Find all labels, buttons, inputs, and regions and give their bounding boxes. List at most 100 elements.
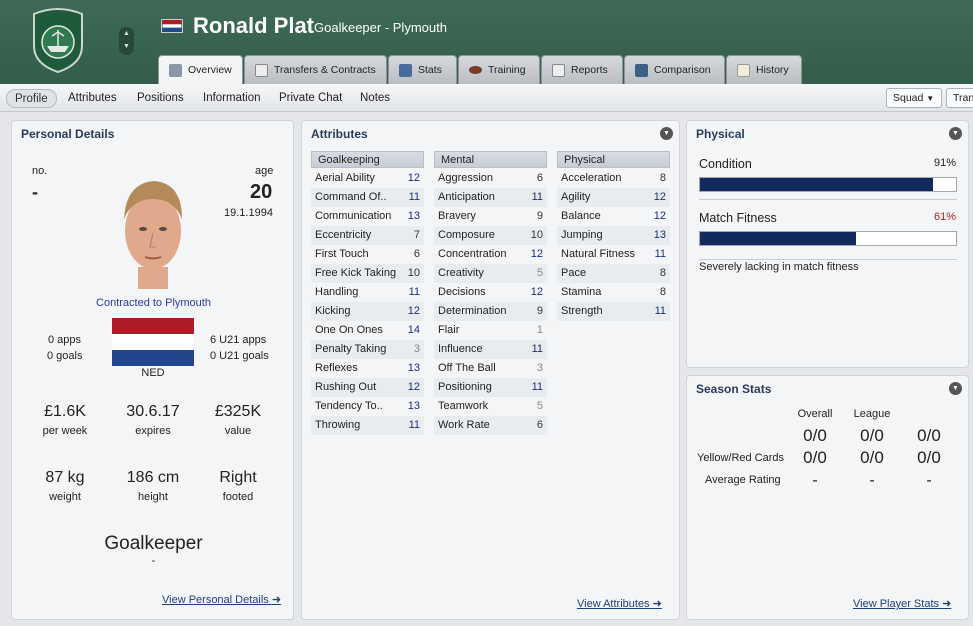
arrow-down-icon[interactable]: ▼ <box>119 40 134 53</box>
panel-menu-icon[interactable]: ▼ <box>949 382 962 395</box>
view-personal-details-link[interactable]: View Personal Details ➜ <box>162 593 281 606</box>
stat-value: 0/0 <box>917 426 941 445</box>
attribute-value: 9 <box>536 210 543 222</box>
tab-label: Reports <box>571 64 608 76</box>
u21-apps-count: 6 U21 apps <box>210 334 267 346</box>
attribute-value: 11 <box>408 286 420 298</box>
stat-value: 0/0 <box>803 426 827 445</box>
attribute-name: Natural Fitness <box>561 248 635 260</box>
attribute-row: Aggression 6 <box>434 169 547 188</box>
attribute-value: 11 <box>408 191 420 203</box>
subtab-notes[interactable]: Notes <box>360 89 390 108</box>
attribute-row: Strength 11 <box>557 302 670 321</box>
attribute-row: Communication 13 <box>311 207 424 226</box>
subtab-attributes[interactable]: Attributes <box>68 89 117 108</box>
physical-panel: Physical ▼ Condition 91% Match Fitness 6… <box>686 120 969 368</box>
attribute-name: Aerial Ability <box>315 172 375 184</box>
tab-reports[interactable]: Reports <box>541 55 623 84</box>
player-nav-arrows[interactable]: ▲ ▼ <box>119 27 134 55</box>
attribute-row: Determination 9 <box>434 302 547 321</box>
subtab-private-chat[interactable]: Private Chat <box>279 89 342 108</box>
arrow-up-icon[interactable]: ▲ <box>119 27 134 40</box>
attribute-value: 10 <box>407 267 420 279</box>
arrow-right-icon: ➜ <box>652 598 662 610</box>
transfer-button[interactable]: Trans <box>946 88 973 108</box>
squad-number-label: no. <box>32 165 48 177</box>
stat-value: 0/0 <box>917 448 941 467</box>
squad-dropdown[interactable]: Squad ▼ <box>886 88 942 108</box>
tab-label: Transfers & Contracts <box>274 64 376 76</box>
foot-value: Right <box>219 469 257 486</box>
attribute-name: Decisions <box>438 286 486 298</box>
stat-value: - <box>869 472 875 489</box>
tab-training[interactable]: Training <box>458 55 540 84</box>
attribute-row: Natural Fitness 11 <box>557 245 670 264</box>
nation-code: NED <box>141 367 165 379</box>
tab-stats[interactable]: Stats <box>388 55 457 84</box>
panel-title: Personal Details <box>21 127 115 141</box>
attribute-row: One On Ones 14 <box>311 321 424 340</box>
attribute-name: Jumping <box>561 229 603 241</box>
attribute-value: 9 <box>536 305 543 317</box>
player-value: £325K <box>214 403 262 420</box>
height-label: height <box>138 491 168 503</box>
attribute-value: 5 <box>536 400 543 412</box>
attribute-name: Command Of.. <box>315 191 387 203</box>
apps-count: 0 apps <box>48 334 82 346</box>
match-fitness-label: Match Fitness <box>699 211 777 225</box>
attributes-panel: Attributes ▼ Goalkeeping Mental Physical… <box>301 120 680 620</box>
attribute-name: Penalty Taking <box>315 343 387 355</box>
arrow-right-icon: ➜ <box>942 598 952 610</box>
attribute-value: 12 <box>407 305 420 317</box>
attribute-value: 12 <box>407 172 420 184</box>
attribute-name: One On Ones <box>315 324 383 336</box>
yellow-red-cards-label: Yellow/Red Cards <box>697 452 785 464</box>
age-value: 20 <box>250 181 273 203</box>
foot-label: footed <box>222 491 254 503</box>
column-league: League <box>853 408 891 420</box>
attribute-row: Creativity 5 <box>434 264 547 283</box>
attribute-row: First Touch 6 <box>311 245 424 264</box>
attribute-value: 12 <box>530 286 543 298</box>
tab-overview[interactable]: Overview <box>158 55 243 84</box>
panel-menu-icon[interactable]: ▼ <box>949 127 962 140</box>
attribute-row: Free Kick Taking 10 <box>311 264 424 283</box>
attribute-row: Balance 12 <box>557 207 670 226</box>
attribute-name: Acceleration <box>561 172 622 184</box>
subtab-information[interactable]: Information <box>203 89 261 108</box>
tab-transfers[interactable]: Transfers & Contracts <box>244 55 387 84</box>
condition-bar-fill <box>700 178 933 191</box>
tab-comparison[interactable]: Comparison <box>624 55 725 84</box>
attribute-value: 12 <box>530 248 543 260</box>
attribute-name: Throwing <box>315 419 361 431</box>
attribute-row: Handling 11 <box>311 283 424 302</box>
subtab-profile[interactable]: Profile <box>6 89 57 108</box>
tab-history[interactable]: History <box>726 55 802 84</box>
view-attributes-link[interactable]: View Attributes ➜ <box>577 597 662 610</box>
attribute-name: Strength <box>561 305 603 317</box>
attribute-name: Bravery <box>438 210 476 222</box>
player-name: Ronald Plat <box>193 13 315 38</box>
attribute-value: 8 <box>659 286 666 298</box>
attribute-value: 11 <box>408 419 420 431</box>
training-icon <box>469 66 482 74</box>
panel-menu-icon[interactable]: ▼ <box>660 127 673 140</box>
attribute-name: First Touch <box>315 248 369 260</box>
condition-label: Condition <box>699 157 752 171</box>
subtab-positions[interactable]: Positions <box>137 89 184 108</box>
nation-flag-icon <box>161 19 183 33</box>
attribute-value: 13 <box>407 210 420 222</box>
stat-value: - <box>812 472 818 489</box>
attribute-name: Off The Ball <box>438 362 496 374</box>
attribute-name: Flair <box>438 324 460 336</box>
view-player-stats-link[interactable]: View Player Stats ➜ <box>853 597 951 610</box>
player-position: Goalkeeper <box>104 533 203 554</box>
attribute-row: Command Of.. 11 <box>311 188 424 207</box>
goalkeeping-header: Goalkeeping <box>311 151 424 168</box>
attribute-row: Positioning 11 <box>434 378 547 397</box>
attribute-value: 11 <box>531 343 543 355</box>
height-value: 186 cm <box>126 469 180 486</box>
attribute-row: Penalty Taking 3 <box>311 340 424 359</box>
attribute-row: Kicking 12 <box>311 302 424 321</box>
tab-label: Stats <box>418 64 442 76</box>
